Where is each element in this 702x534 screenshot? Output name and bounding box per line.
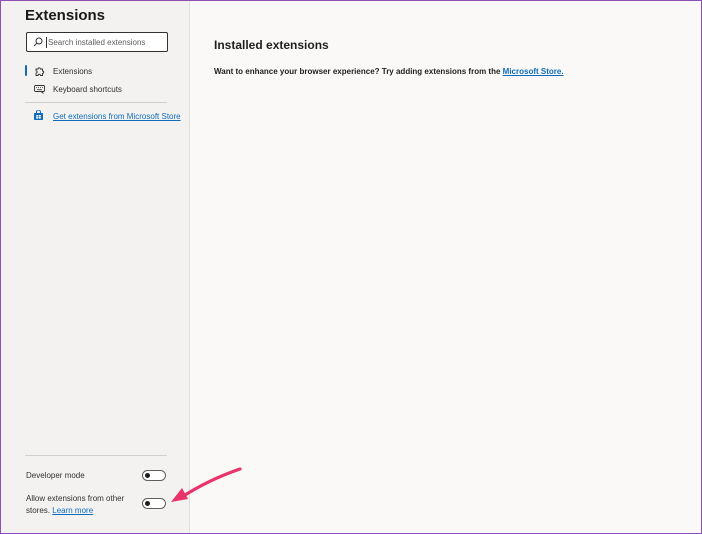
learn-more-link[interactable]: Learn more (52, 506, 93, 515)
sidebar-divider (25, 102, 167, 103)
sidebar-title: Extensions (25, 7, 106, 24)
search-icon (33, 37, 43, 47)
puzzle-icon (33, 65, 45, 77)
store-bag-icon (33, 110, 45, 122)
developer-mode-toggle[interactable] (142, 470, 166, 481)
toggle-knob (145, 473, 150, 478)
allow-other-stores-toggle[interactable] (142, 498, 166, 509)
pink-arrow-icon (171, 467, 242, 502)
get-extensions-link[interactable]: Get extensions from Microsoft Store (53, 112, 181, 121)
developer-mode-label: Developer mode (26, 471, 85, 480)
page-title: Installed extensions (214, 38, 329, 52)
sidebar-item-keyboard-shortcuts[interactable]: Keyboard shortcuts (25, 82, 122, 96)
store-link-row[interactable]: Get extensions from Microsoft Store (25, 109, 181, 123)
sidebar-item-label: Keyboard shortcuts (53, 84, 122, 94)
main-content: Installed extensions Want to enhance you… (190, 1, 701, 533)
keyboard-icon (33, 83, 45, 95)
microsoft-store-link[interactable]: Microsoft Store. (503, 67, 564, 76)
toggle-knob (145, 501, 150, 506)
search-input[interactable] (46, 36, 161, 48)
sidebar: Extensions Extensions Keyboard shortcuts (1, 1, 190, 533)
selected-indicator (25, 65, 27, 76)
settings-divider (25, 455, 167, 456)
sidebar-item-extensions[interactable]: Extensions (25, 64, 92, 78)
search-box[interactable] (26, 32, 168, 52)
description-text: Want to enhance your browser experience?… (214, 67, 501, 76)
sidebar-item-label: Extensions (53, 66, 93, 76)
allow-other-stores-label: Allow extensions from other stores. Lear… (26, 493, 136, 517)
page-description: Want to enhance your browser experience?… (214, 67, 564, 76)
